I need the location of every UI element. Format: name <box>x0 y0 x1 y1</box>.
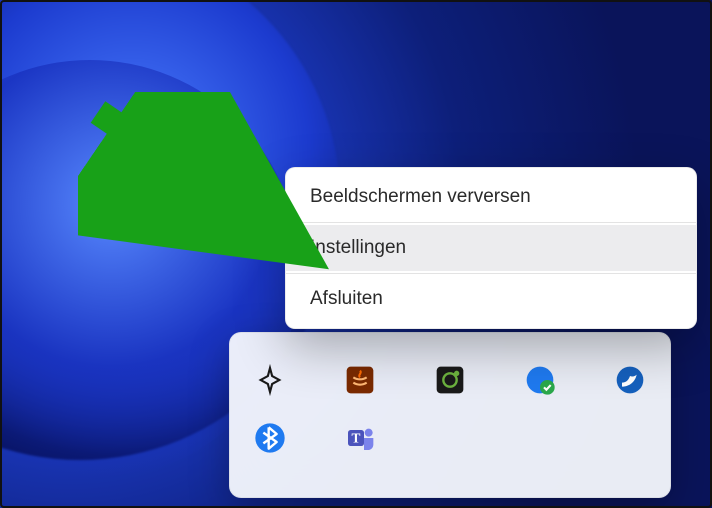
sparkle-icon[interactable] <box>252 362 288 398</box>
shield-check-icon[interactable] <box>522 362 558 398</box>
menu-item-label: Instellingen <box>310 237 406 258</box>
system-tray-flyout: T <box>229 332 671 498</box>
tray-row-2: T <box>252 409 648 467</box>
java-icon[interactable] <box>342 362 378 398</box>
tray-row-1 <box>252 351 648 409</box>
bluetooth-icon[interactable] <box>252 420 288 456</box>
menu-item-label: Afsluiten <box>310 288 383 309</box>
svg-text:T: T <box>352 431 361 446</box>
tray-context-menu: Beeldschermen verversen Instellingen Afs… <box>285 167 697 329</box>
menu-separator <box>286 273 696 274</box>
menu-item-exit[interactable]: Afsluiten <box>286 276 696 322</box>
menu-item-refresh-displays[interactable]: Beeldschermen verversen <box>286 174 696 220</box>
dev-tools-icon[interactable] <box>432 362 468 398</box>
menu-item-settings[interactable]: Instellingen <box>286 225 696 271</box>
teams-icon[interactable]: T <box>342 420 378 456</box>
bird-icon[interactable] <box>612 362 648 398</box>
menu-separator <box>286 222 696 223</box>
menu-item-label: Beeldschermen verversen <box>310 186 531 207</box>
